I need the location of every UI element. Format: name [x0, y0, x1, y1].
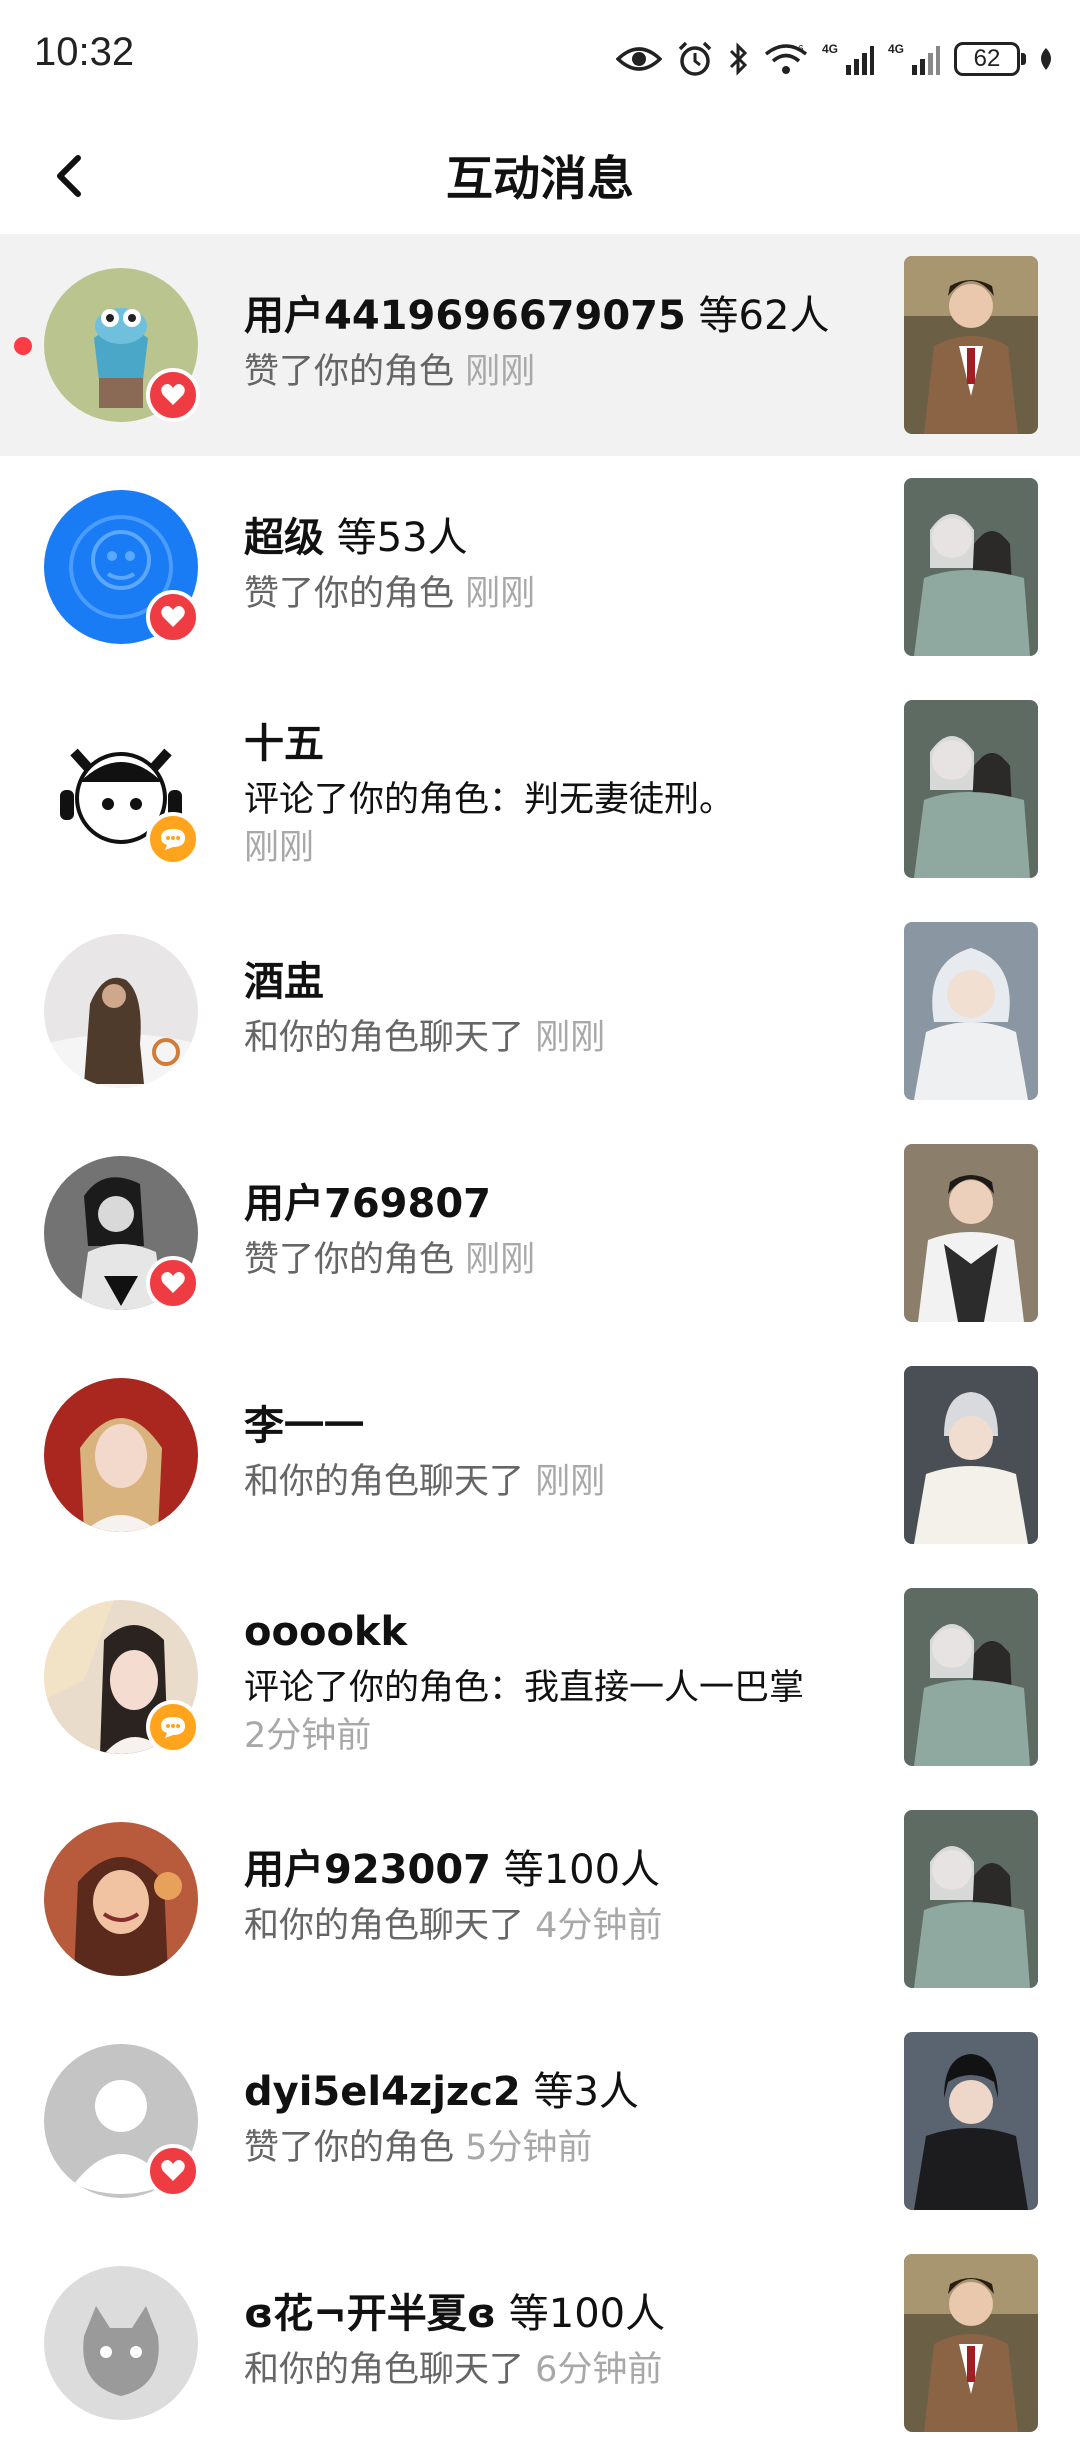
like-badge — [146, 590, 200, 644]
heart-icon — [161, 2160, 185, 2181]
time-text: 6分钟前 — [535, 2350, 663, 2390]
character-thumbnail[interactable] — [904, 478, 1038, 656]
chat-bubble-icon — [161, 829, 185, 850]
action-text: 评论了你的角色：我直接一人一巴掌 — [244, 1668, 805, 1708]
user-name[interactable]: 用户769807 — [244, 1181, 491, 1227]
count-text: 等3人 — [520, 2069, 639, 2115]
comment-badge — [146, 1700, 200, 1754]
item-text: 超级 等53人 赞了你的角色 刚刚 — [244, 510, 844, 618]
action-text: 赞了你的角色 — [244, 352, 455, 392]
status-time: 10:32 — [34, 30, 135, 74]
page-title: 互动消息 — [446, 152, 634, 207]
character-thumbnail[interactable] — [904, 256, 1038, 434]
time-text: 5分钟前 — [465, 2128, 593, 2168]
list-item[interactable]: 超级 等53人 赞了你的角色 刚刚 — [0, 456, 1080, 678]
count-text: 等62人 — [685, 293, 830, 339]
user-name[interactable]: 十五 — [244, 721, 324, 767]
like-badge — [146, 2144, 200, 2198]
item-text: ɞ花¬开半夏ɞ 等100人 和你的角色聊天了 6分钟前 — [244, 2286, 844, 2394]
avatar[interactable] — [44, 1378, 198, 1532]
avatar[interactable] — [44, 1822, 198, 1976]
item-text: 用户923007 等100人 和你的角色聊天了 4分钟前 — [244, 1842, 844, 1950]
heart-icon — [161, 606, 185, 627]
action-text: 和你的角色聊天了 — [244, 2350, 525, 2390]
time-text: 刚刚 — [465, 574, 536, 614]
item-text: 十五 评论了你的角色：判无妻徒刑。 刚刚 — [244, 716, 844, 872]
bluetooth-icon — [728, 41, 750, 77]
time-text: 刚刚 — [465, 352, 536, 392]
list-item[interactable]: 十五 评论了你的角色：判无妻徒刑。 刚刚 — [0, 678, 1080, 900]
character-thumbnail[interactable] — [904, 700, 1038, 878]
status-bar: 10:32 6 4G 4G 62 — [0, 0, 1080, 118]
user-name[interactable]: 酒盅 — [244, 959, 324, 1005]
character-thumbnail[interactable] — [904, 2032, 1038, 2210]
user-name[interactable]: 用户4419696679075 — [244, 293, 686, 339]
battery-indicator: 62 — [954, 42, 1026, 76]
item-text: 李一一 和你的角色聊天了 刚刚 — [244, 1398, 844, 1506]
like-badge — [146, 368, 200, 422]
list-item[interactable]: 李一一 和你的角色聊天了 刚刚 — [0, 1344, 1080, 1566]
time-text: 刚刚 — [465, 1240, 536, 1280]
leaf-icon — [1038, 46, 1054, 72]
avatar[interactable] — [44, 934, 198, 1088]
alarm-icon — [676, 40, 714, 78]
count-text: 等100人 — [491, 1847, 661, 1893]
action-text: 赞了你的角色 — [244, 2128, 455, 2168]
action-text: 赞了你的角色 — [244, 574, 455, 614]
user-name[interactable]: 用户923007 — [244, 1847, 491, 1893]
user-name[interactable]: ooookk — [244, 1609, 407, 1655]
eye-icon — [616, 44, 662, 74]
count-text: 等53人 — [324, 515, 468, 561]
list-item[interactable]: 用户923007 等100人 和你的角色聊天了 4分钟前 — [0, 1788, 1080, 2010]
user-name[interactable]: 超级 — [244, 515, 324, 561]
time-text: 刚刚 — [535, 1462, 606, 1502]
chat-bubble-icon — [161, 1717, 185, 1738]
unread-dot — [14, 337, 32, 355]
user-name[interactable]: 李一一 — [244, 1403, 364, 1449]
comment-badge — [146, 812, 200, 866]
character-thumbnail[interactable] — [904, 1810, 1038, 1988]
like-badge — [146, 1256, 200, 1310]
action-text: 赞了你的角色 — [244, 1240, 455, 1280]
signal-4g-icon-2: 4G — [888, 41, 940, 77]
signal-4g-icon: 4G — [822, 41, 874, 77]
character-thumbnail[interactable] — [904, 1366, 1038, 1544]
list-item[interactable]: ooookk 评论了你的角色：我直接一人一巴掌 2分钟前 — [0, 1566, 1080, 1788]
list-item[interactable]: 酒盅 和你的角色聊天了 刚刚 — [0, 900, 1080, 1122]
item-text: 用户769807 赞了你的角色 刚刚 — [244, 1176, 844, 1284]
item-text: dyi5el4zjzc2 等3人 赞了你的角色 5分钟前 — [244, 2064, 844, 2172]
list-item[interactable]: dyi5el4zjzc2 等3人 赞了你的角色 5分钟前 — [0, 2010, 1080, 2232]
wifi-icon: 6 — [764, 42, 808, 76]
list-item[interactable]: 用户4419696679075 等62人 赞了你的角色 刚刚 — [0, 234, 1080, 456]
action-text: 和你的角色聊天了 — [244, 1906, 525, 1946]
heart-icon — [161, 1272, 185, 1293]
svg-text:4G: 4G — [822, 42, 838, 56]
list-item[interactable]: ɞ花¬开半夏ɞ 等100人 和你的角色聊天了 6分钟前 — [0, 2232, 1080, 2454]
time-text: 刚刚 — [535, 1018, 606, 1058]
svg-text:6: 6 — [798, 44, 804, 55]
status-icons: 6 4G 4G 62 — [616, 34, 1054, 84]
list-item[interactable]: 用户769807 赞了你的角色 刚刚 — [0, 1122, 1080, 1344]
item-text: ooookk 评论了你的角色：我直接一人一巴掌 2分钟前 — [244, 1604, 834, 1760]
page-header: 互动消息 — [0, 118, 1080, 236]
time-text: 2分钟前 — [244, 1716, 372, 1756]
user-name[interactable]: dyi5el4zjzc2 — [244, 2069, 521, 2115]
character-thumbnail[interactable] — [904, 1588, 1038, 1766]
action-text: 和你的角色聊天了 — [244, 1018, 525, 1058]
item-text: 用户4419696679075 等62人 赞了你的角色 刚刚 — [244, 288, 844, 396]
character-thumbnail[interactable] — [904, 922, 1038, 1100]
character-thumbnail[interactable] — [904, 2254, 1038, 2432]
action-text: 和你的角色聊天了 — [244, 1462, 525, 1502]
message-list: 用户4419696679075 等62人 赞了你的角色 刚刚 超级 等53人 赞… — [0, 234, 1080, 2454]
avatar[interactable] — [44, 2266, 198, 2420]
character-thumbnail[interactable] — [904, 1144, 1038, 1322]
user-name[interactable]: ɞ花¬开半夏ɞ — [244, 2291, 496, 2337]
action-text: 评论了你的角色：判无妻徒刑。 — [244, 780, 735, 820]
time-text: 刚刚 — [244, 828, 315, 868]
heart-icon — [161, 384, 185, 405]
svg-text:4G: 4G — [888, 42, 904, 56]
time-text: 4分钟前 — [535, 1906, 663, 1946]
item-text: 酒盅 和你的角色聊天了 刚刚 — [244, 954, 844, 1062]
count-text: 等100人 — [496, 2291, 666, 2337]
